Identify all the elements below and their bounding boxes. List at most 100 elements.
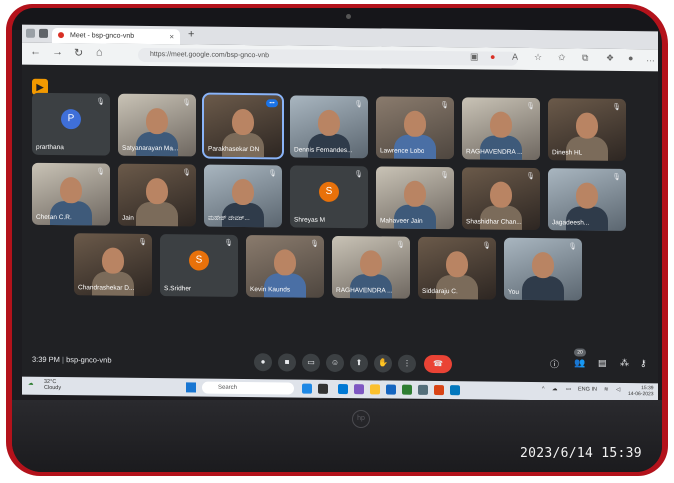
- browser-menu-icon[interactable]: [26, 28, 35, 38]
- raise-hand-button[interactable]: ✋: [374, 354, 392, 373]
- teams-icon[interactable]: [354, 384, 364, 395]
- profile-icon[interactable]: ●: [628, 53, 633, 63]
- tab-close-button[interactable]: ×: [169, 29, 174, 44]
- participant-tile[interactable]: 🎙 Jagadeesh...: [548, 168, 626, 231]
- weather-icon[interactable]: ☁: [28, 381, 34, 387]
- photo-timestamp: 2023/6/14 15:39: [520, 446, 642, 461]
- back-arrow-icon[interactable]: ←: [30, 46, 41, 58]
- captions-icon: ▭: [307, 357, 315, 367]
- more-options-button[interactable]: ⋮: [398, 354, 416, 373]
- new-tab-button[interactable]: +: [188, 28, 194, 40]
- activities-icon[interactable]: ⁂: [620, 358, 629, 369]
- favorite-star-icon[interactable]: ☆: [534, 52, 542, 63]
- participant-video-face: [318, 109, 340, 136]
- participant-name: Jagadeesh...: [552, 219, 590, 227]
- participant-tile[interactable]: 🎙 Chandrashekar D...: [74, 233, 152, 297]
- url-field[interactable]: https://meet.google.com/bsp-gnco-vnb: [138, 47, 518, 66]
- edge-icon[interactable]: [338, 383, 348, 395]
- present-button[interactable]: ⬆: [350, 354, 368, 373]
- participant-tile[interactable]: 🎙 ಮಹೇಶ್ ದೇವರ್...: [204, 164, 282, 228]
- taskbar-search[interactable]: Search: [202, 381, 294, 395]
- clock-date: 14-06-2023: [628, 391, 654, 398]
- captions-button[interactable]: ▭: [302, 353, 320, 372]
- participant-name: RAGHAVENDRA ...: [466, 148, 523, 156]
- participant-tile[interactable]: ••• Parakhasekar DN: [202, 92, 284, 160]
- participant-name: Lawrence Lobo: [380, 147, 425, 155]
- participant-tile[interactable]: 🎙 Siddaraju C.: [418, 236, 496, 300]
- site-info-icon[interactable]: ●: [490, 52, 495, 62]
- participant-video-face: [102, 247, 124, 274]
- participant-name: ಮಹೇಶ್ ದೇವರ್...: [208, 214, 250, 223]
- participant-tile[interactable]: 🎙 RAGHAVENDRA ...: [462, 97, 540, 161]
- excel-icon[interactable]: [402, 384, 412, 395]
- mic-muted-icon: 🎙: [182, 99, 191, 107]
- participant-tile[interactable]: 🎙 Dinesh HL: [548, 98, 626, 161]
- read-aloud-icon[interactable]: A: [512, 52, 518, 62]
- camera-permission-icon[interactable]: ▣: [470, 51, 479, 62]
- participant-name: S.Sridher: [164, 285, 192, 293]
- participant-tile[interactable]: 🎙 Lawrence Lobo: [376, 96, 454, 160]
- widgets-icon[interactable]: [302, 383, 312, 394]
- weather-widget[interactable]: 32°C Cloudy: [44, 379, 61, 391]
- host-controls-icon[interactable]: ⚷: [640, 358, 647, 369]
- participant-tile[interactable]: 🎙 RAGHAVENDRA ...: [332, 235, 410, 299]
- mic-muted-icon: 🎙: [310, 240, 319, 248]
- participant-tile[interactable]: 🎙 Mahaveer Jain: [376, 166, 454, 230]
- emoji-icon: ☺: [330, 357, 340, 367]
- more-vert-icon: ⋮: [403, 358, 411, 368]
- participant-tile[interactable]: S 🎙 S.Sridher: [160, 234, 238, 297]
- meet-grid-area: ▶ ▲ P🎙prarthana🎙Satyanarayan Ma...•••Par…: [22, 64, 658, 384]
- participant-tile[interactable]: S 🎙 Shreyas M: [290, 165, 368, 229]
- collections-icon[interactable]: ⧉: [582, 53, 588, 64]
- reactions-button[interactable]: ☺: [326, 353, 344, 373]
- participant-tile[interactable]: 🎙 Jain: [118, 163, 196, 227]
- participant-tile[interactable]: 🎙 Shashidhar Chan...: [462, 167, 540, 231]
- camera-button[interactable]: ■: [278, 353, 296, 372]
- mic-muted-icon: 🎙: [396, 241, 405, 249]
- forward-arrow-icon[interactable]: →: [52, 46, 63, 58]
- meeting-info-icon[interactable]: ⓘ: [550, 357, 559, 370]
- participant-name: prarthana: [36, 143, 64, 152]
- meeting-details: 3:39 PM | bsp-gnco-vnb: [32, 355, 112, 365]
- extensions-icon[interactable]: ❖: [606, 53, 614, 64]
- mic-muted-icon: 🎙: [568, 243, 577, 251]
- leave-call-button[interactable]: ☎: [424, 354, 452, 374]
- participant-video-face: [146, 107, 168, 135]
- participant-tile[interactable]: 🎙 Dennis Fernandes...: [290, 95, 368, 159]
- participant-tile[interactable]: P 🎙 prarthana: [32, 92, 110, 156]
- language-indicator[interactable]: ENG IN: [578, 386, 597, 392]
- participant-tile[interactable]: 🎙 You: [504, 237, 582, 301]
- participant-tile[interactable]: 🎙 Satyanarayan Ma...: [118, 93, 196, 157]
- people-icon[interactable]: 👥: [574, 357, 585, 368]
- meet-tab[interactable]: Meet - bsp-gnco-vnb ×: [52, 27, 180, 45]
- participant-video-face: [404, 180, 426, 207]
- task-view-icon[interactable]: [318, 383, 328, 394]
- mic-muted-icon: 🎙: [440, 102, 449, 110]
- battery-icon[interactable]: ▭: [566, 386, 571, 392]
- tray-expand-icon[interactable]: ^: [542, 386, 545, 392]
- tab-actions-icon[interactable]: [39, 28, 48, 38]
- wifi-icon[interactable]: ≋: [604, 387, 609, 393]
- reload-icon[interactable]: ↻: [74, 46, 83, 59]
- more-menu-icon[interactable]: …: [646, 53, 655, 63]
- favorites-icon[interactable]: ✩: [558, 52, 566, 63]
- participant-tile[interactable]: 🎙 Chetan C.R.: [32, 162, 110, 226]
- outlook-icon[interactable]: [386, 384, 396, 395]
- chat-icon[interactable]: ▤: [598, 358, 607, 369]
- taskbar-clock[interactable]: 15:39 14-06-2023: [628, 385, 654, 397]
- windows-start-icon[interactable]: [186, 382, 196, 393]
- word-icon[interactable]: [450, 385, 460, 396]
- microphone-button[interactable]: ●: [254, 353, 272, 372]
- store-icon[interactable]: [418, 384, 428, 395]
- participant-tile[interactable]: 🎙 Kevin Kaunds: [246, 235, 324, 298]
- home-icon[interactable]: ⌂: [96, 46, 103, 58]
- onedrive-icon[interactable]: ☁: [552, 386, 558, 392]
- participant-name: Chandrashekar D...: [78, 284, 135, 292]
- chrome-icon[interactable]: [434, 384, 444, 396]
- volume-icon[interactable]: ◁: [616, 387, 620, 393]
- mic-muted-icon: 🎙: [354, 101, 363, 109]
- participant-name: Jain: [122, 214, 134, 222]
- photo-border: Meet - bsp-gnco-vnb × + ← → ↻ ⌂ https://…: [6, 4, 668, 476]
- file-explorer-icon[interactable]: [370, 384, 380, 395]
- mic-muted-icon: 🎙: [440, 172, 449, 180]
